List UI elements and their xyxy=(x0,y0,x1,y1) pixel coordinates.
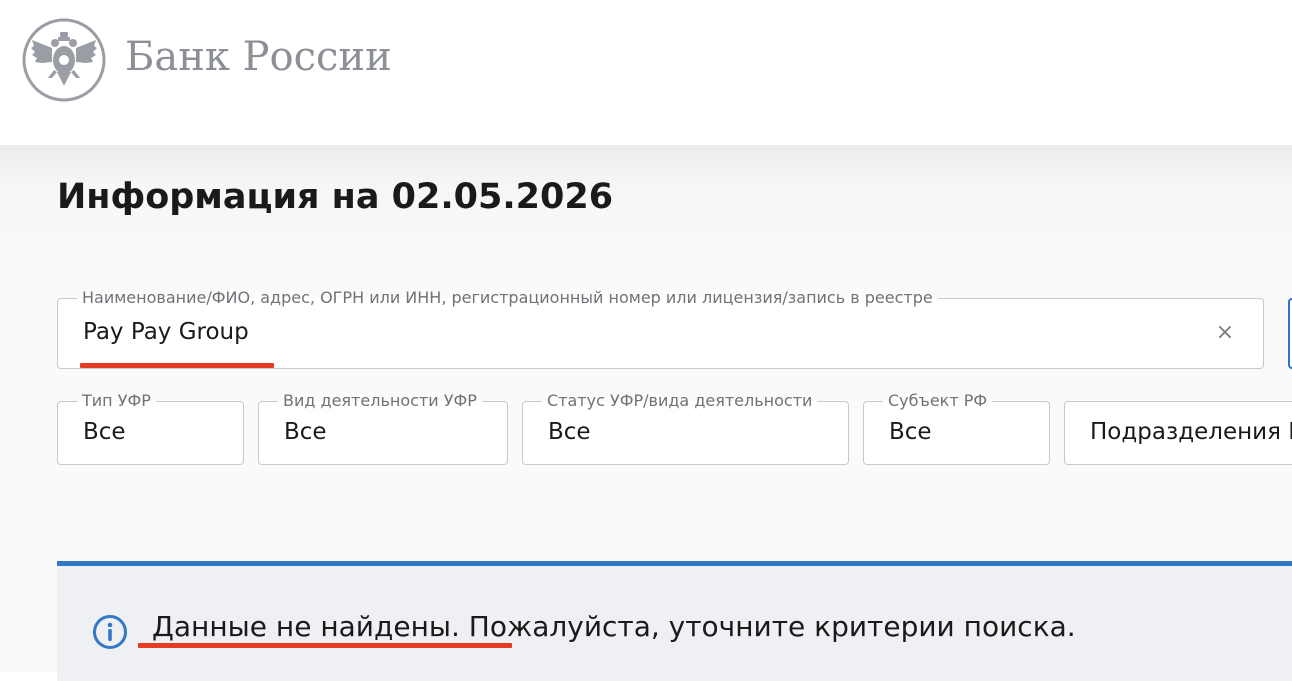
main-content: Информация на 02.05.2026 Наименование/ФИ… xyxy=(0,145,1292,681)
annotation-underline xyxy=(138,643,512,648)
page-title: Информация на 02.05.2026 xyxy=(57,177,614,217)
info-icon xyxy=(92,614,128,650)
bank-emblem-icon[interactable] xyxy=(22,18,106,102)
site-header: Банк России xyxy=(0,0,1292,145)
filter-activity-type[interactable]: Вид деятельности УФР Все xyxy=(258,391,508,465)
filter-value: Все xyxy=(548,419,591,445)
filter-label: Субъект РФ xyxy=(883,391,993,411)
filter-value: Все xyxy=(83,419,126,445)
filter-ufr-type[interactable]: Тип УФР Все xyxy=(57,391,244,465)
search-field-label: Наименование/ФИО, адрес, ОГРН или ИНН, р… xyxy=(77,288,938,308)
no-results-alert: Данные не найдены. Пожалуйста, уточните … xyxy=(57,561,1292,681)
search-button[interactable] xyxy=(1288,298,1292,369)
filter-value: Все xyxy=(284,419,327,445)
search-field[interactable]: Наименование/ФИО, адрес, ОГРН или ИНН, р… xyxy=(57,288,1264,369)
filter-label: Вид деятельности УФР xyxy=(278,391,482,411)
search-input[interactable]: Pay Pay Group xyxy=(83,319,249,345)
filter-label: Тип УФР xyxy=(77,391,156,411)
filter-status[interactable]: Статус УФР/вида деятельности Все xyxy=(522,391,849,465)
clear-icon[interactable]: × xyxy=(1213,321,1237,345)
filter-value: Подразделения К xyxy=(1090,419,1292,445)
alert-message: Данные не найдены. Пожалуйста, уточните … xyxy=(152,610,1076,643)
filter-label: Статус УФР/вида деятельности xyxy=(542,391,818,411)
filter-region[interactable]: Субъект РФ Все xyxy=(863,391,1050,465)
bank-logo-text[interactable]: Банк России xyxy=(125,34,392,80)
filter-value: Все xyxy=(889,419,932,445)
filter-divisions[interactable]: Подразделения К xyxy=(1064,401,1292,465)
annotation-underline xyxy=(80,363,274,368)
